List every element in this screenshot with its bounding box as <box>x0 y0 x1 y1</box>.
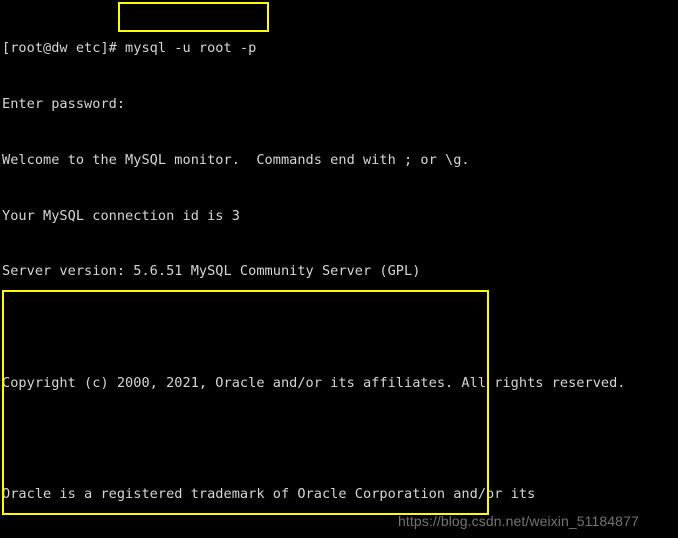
terminal-line-welcome: Welcome to the MySQL monitor. Commands e… <box>2 151 470 168</box>
terminal-line-connection-id: Your MySQL connection id is 3 <box>2 207 240 224</box>
terminal-line-prompt-command: [root@dw etc]# mysql -u root -p <box>2 40 257 57</box>
terminal-line-trademark-1: Oracle is a registered trademark of Orac… <box>2 486 536 503</box>
terminal-line-password-prompt: Enter password: <box>2 95 126 112</box>
watermark-text: https://blog.csdn.net/weixin_51184877 <box>398 513 639 529</box>
terminal-line-blank-1 <box>2 318 678 337</box>
terminal-line-server-version: Server version: 5.6.51 MySQL Community S… <box>2 263 421 280</box>
terminal-line-blank-2 <box>2 430 678 449</box>
terminal-line-copyright: Copyright (c) 2000, 2021, Oracle and/or … <box>2 374 626 391</box>
terminal-window[interactable]: [root@dw etc]# mysql -u root -p Enter pa… <box>0 0 678 538</box>
terminal-output: [root@dw etc]# mysql -u root -p Enter pa… <box>2 2 678 538</box>
